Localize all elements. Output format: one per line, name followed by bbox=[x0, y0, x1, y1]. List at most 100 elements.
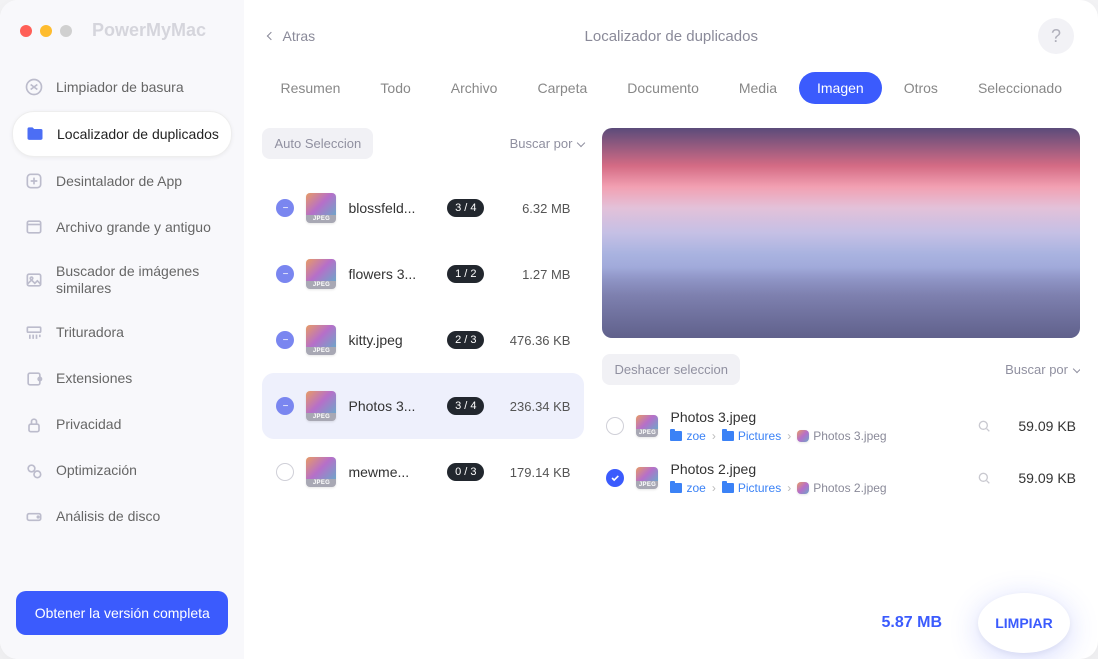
group-row[interactable]: − JPEG Photos 3... 3 / 4 236.34 KB bbox=[262, 373, 584, 439]
duplicate-info: Photos 3.jpeg zoe › Pictures › Photos 3.… bbox=[670, 409, 964, 443]
detail-sort-button[interactable]: Buscar por bbox=[1005, 362, 1080, 377]
file-size: 59.09 KB bbox=[1004, 418, 1076, 434]
back-button[interactable]: Atras bbox=[268, 28, 315, 44]
checkbox-icon[interactable]: − bbox=[276, 199, 294, 217]
maximize-icon[interactable] bbox=[60, 25, 72, 37]
checkbox-icon[interactable]: − bbox=[276, 397, 294, 415]
detail-pane: Deshacer seleccion Buscar por JPEG Photo… bbox=[602, 128, 1080, 587]
sidebar-item-privacy[interactable]: Privacidad bbox=[12, 403, 232, 447]
file-thumbnail: JPEG bbox=[306, 391, 336, 421]
file-icon bbox=[797, 430, 809, 442]
app-window: PowerMyMac Limpiador de basura Localizad… bbox=[0, 0, 1098, 659]
clean-button[interactable]: LIMPIAR bbox=[978, 593, 1070, 653]
count-badge: 3 / 4 bbox=[447, 199, 484, 217]
total-size: 5.87 MB bbox=[882, 614, 942, 632]
group-row[interactable]: − JPEG kitty.jpeg 2 / 3 476.36 KB bbox=[262, 307, 584, 373]
image-icon bbox=[24, 270, 44, 290]
tab-all[interactable]: Todo bbox=[362, 72, 428, 104]
checkbox-icon[interactable]: − bbox=[276, 265, 294, 283]
count-badge: 2 / 3 bbox=[447, 331, 484, 349]
reveal-icon[interactable] bbox=[976, 470, 992, 486]
folder-icon bbox=[722, 431, 734, 441]
duplicate-row[interactable]: JPEG Photos 2.jpeg zoe › Pictures › Phot… bbox=[602, 453, 1080, 503]
file-thumbnail: JPEG bbox=[636, 467, 658, 489]
page-title: Localizador de duplicados bbox=[585, 28, 758, 45]
shredder-icon bbox=[24, 323, 44, 343]
file-thumbnail: JPEG bbox=[306, 457, 336, 487]
chevron-left-icon bbox=[267, 32, 275, 40]
tab-media[interactable]: Media bbox=[721, 72, 795, 104]
group-row[interactable]: − JPEG flowers 3... 1 / 2 1.27 MB bbox=[262, 241, 584, 307]
sidebar-item-label: Optimización bbox=[56, 462, 137, 479]
folder-icon bbox=[670, 431, 682, 441]
tab-image[interactable]: Imagen bbox=[799, 72, 882, 104]
detail-header: Deshacer seleccion Buscar por bbox=[602, 354, 1080, 385]
minimize-icon[interactable] bbox=[40, 25, 52, 37]
close-icon[interactable] bbox=[20, 25, 32, 37]
sidebar-item-optimization[interactable]: Optimización bbox=[12, 449, 232, 493]
optimize-icon bbox=[24, 461, 44, 481]
tab-folder[interactable]: Carpeta bbox=[519, 72, 605, 104]
chevron-down-icon bbox=[577, 138, 585, 146]
file-thumbnail: JPEG bbox=[636, 415, 658, 437]
file-size: 59.09 KB bbox=[1004, 470, 1076, 486]
reveal-icon[interactable] bbox=[976, 418, 992, 434]
sidebar-item-similar-images[interactable]: Buscador de imágenes similares bbox=[12, 251, 232, 309]
group-row[interactable]: − JPEG blossfeld... 3 / 4 6.32 MB bbox=[262, 175, 584, 241]
sidebar-item-label: Limpiador de basura bbox=[56, 79, 184, 96]
checkbox-icon[interactable] bbox=[606, 469, 624, 487]
sidebar-item-large-old-files[interactable]: Archivo grande y antiguo bbox=[12, 205, 232, 249]
sidebar-item-junk-cleaner[interactable]: Limpiador de basura bbox=[12, 65, 232, 109]
group-list-header: Auto Seleccion Buscar por bbox=[262, 128, 584, 159]
image-preview bbox=[602, 128, 1080, 338]
sidebar-item-label: Archivo grande y antiguo bbox=[56, 219, 211, 236]
sidebar-item-label: Localizador de duplicados bbox=[57, 126, 219, 143]
file-thumbnail: JPEG bbox=[306, 259, 336, 289]
get-full-version-button[interactable]: Obtener la versión completa bbox=[16, 591, 228, 635]
duplicate-info: Photos 2.jpeg zoe › Pictures › Photos 2.… bbox=[670, 461, 964, 495]
sort-by-button[interactable]: Buscar por bbox=[510, 136, 585, 151]
sidebar-item-label: Análisis de disco bbox=[56, 508, 160, 525]
file-name: blossfeld... bbox=[348, 200, 435, 216]
preview-image bbox=[602, 128, 1080, 338]
file-name: flowers 3... bbox=[348, 266, 435, 282]
checkbox-icon[interactable]: − bbox=[276, 331, 294, 349]
sidebar-item-extensions[interactable]: Extensiones bbox=[12, 357, 232, 401]
file-name: kitty.jpeg bbox=[348, 332, 435, 348]
tab-selected[interactable]: Seleccionado bbox=[960, 72, 1080, 104]
count-badge: 0 / 3 bbox=[447, 463, 484, 481]
window-controls: PowerMyMac bbox=[0, 16, 244, 41]
sidebar-item-label: Buscador de imágenes similares bbox=[56, 263, 220, 297]
checkbox-icon[interactable] bbox=[276, 463, 294, 481]
app-icon bbox=[24, 171, 44, 191]
checkbox-icon[interactable] bbox=[606, 417, 624, 435]
tab-others[interactable]: Otros bbox=[886, 72, 956, 104]
sidebar-item-label: Privacidad bbox=[56, 416, 121, 433]
content: Auto Seleccion Buscar por − JPEG blossfe… bbox=[244, 116, 1098, 587]
group-row[interactable]: JPEG mewme... 0 / 3 179.14 KB bbox=[262, 439, 584, 505]
help-button[interactable]: ? bbox=[1038, 18, 1074, 54]
tab-document[interactable]: Documento bbox=[609, 72, 717, 104]
tab-file[interactable]: Archivo bbox=[433, 72, 516, 104]
disk-icon bbox=[24, 507, 44, 527]
file-thumbnail: JPEG bbox=[306, 325, 336, 355]
sort-by-label: Buscar por bbox=[1005, 362, 1068, 377]
sidebar-item-shredder[interactable]: Trituradora bbox=[12, 311, 232, 355]
file-name: mewme... bbox=[348, 464, 435, 480]
duplicate-row[interactable]: JPEG Photos 3.jpeg zoe › Pictures › Phot… bbox=[602, 401, 1080, 451]
auto-select-button[interactable]: Auto Seleccion bbox=[262, 128, 373, 159]
folder-icon bbox=[670, 483, 682, 493]
tab-summary[interactable]: Resumen bbox=[262, 72, 358, 104]
tabs: Resumen Todo Archivo Carpeta Documento M… bbox=[244, 72, 1098, 116]
lock-icon bbox=[24, 415, 44, 435]
file-size: 236.34 KB bbox=[496, 399, 570, 414]
footer: 5.87 MB LIMPIAR bbox=[244, 587, 1098, 659]
sidebar-item-disk-analysis[interactable]: Análisis de disco bbox=[12, 495, 232, 539]
sidebar-item-app-uninstaller[interactable]: Desintalador de App bbox=[12, 159, 232, 203]
folder-icon bbox=[25, 124, 45, 144]
box-icon bbox=[24, 217, 44, 237]
deselect-button[interactable]: Deshacer seleccion bbox=[602, 354, 739, 385]
count-badge: 3 / 4 bbox=[447, 397, 484, 415]
sidebar-item-duplicate-finder[interactable]: Localizador de duplicados bbox=[12, 111, 232, 157]
file-size: 476.36 KB bbox=[496, 333, 570, 348]
